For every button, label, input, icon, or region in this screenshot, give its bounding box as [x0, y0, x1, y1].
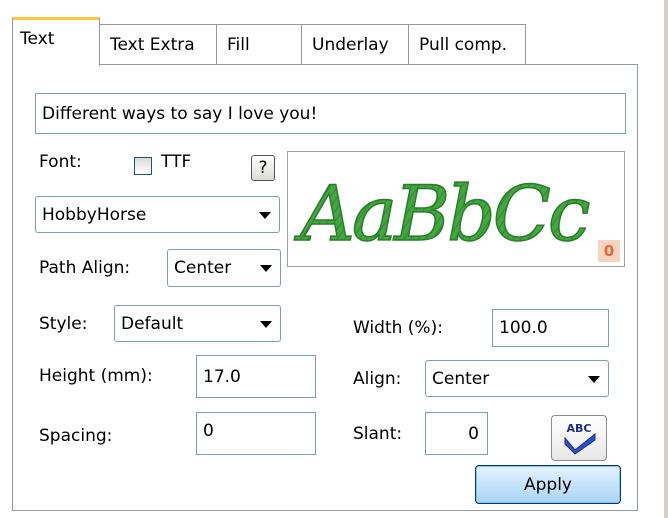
preview-badge-value: 0 — [603, 242, 615, 260]
style-label: Style: — [39, 314, 88, 334]
align-label: Align: — [353, 369, 402, 389]
ttf-checkbox[interactable] — [134, 157, 152, 175]
height-value: 17.0 — [203, 366, 241, 387]
font-preview: AaBbCc 0 — [287, 151, 625, 267]
path-align-value: Center — [174, 258, 232, 278]
spellcheck-icon: ABC — [564, 422, 596, 455]
style-select[interactable]: Default — [114, 305, 281, 342]
text-input[interactable]: Different ways to say I love you! — [35, 93, 626, 134]
apply-button-label: Apply — [524, 474, 572, 495]
path-align-select[interactable]: Center — [167, 249, 281, 287]
chevron-down-icon — [260, 265, 272, 272]
width-input[interactable]: 100.0 — [492, 309, 609, 347]
chevron-down-icon — [259, 211, 271, 219]
preview-badge: 0 — [598, 240, 620, 262]
align-select-value: Center — [432, 368, 490, 389]
height-input[interactable]: 17.0 — [196, 355, 316, 398]
path-align-label: Path Align: — [39, 258, 131, 278]
height-label: Height (mm): — [39, 366, 153, 386]
spacing-label: Spacing: — [39, 426, 113, 446]
chevron-down-icon — [588, 375, 600, 383]
width-value: 100.0 — [499, 318, 548, 338]
slant-input[interactable]: 0 — [425, 412, 488, 455]
font-label: Font: — [39, 152, 82, 172]
spellcheck-button[interactable]: ABC — [551, 415, 607, 461]
spacing-value: 0 — [203, 421, 214, 441]
font-select[interactable]: HobbyHorse — [35, 196, 280, 233]
font-select-value: HobbyHorse — [42, 204, 147, 225]
slant-value: 0 — [468, 423, 479, 444]
apply-button[interactable]: Apply — [475, 465, 621, 504]
spacing-input[interactable]: 0 — [196, 412, 316, 455]
font-sample-preview: AaBbCc — [293, 168, 593, 259]
slant-label: Slant: — [353, 424, 403, 444]
style-select-value: Default — [121, 313, 184, 334]
preview-sample-text: AaBbCc — [294, 169, 590, 258]
ttf-label: TTF — [161, 152, 192, 172]
help-icon: ? — [258, 158, 268, 178]
width-label: Width (%): — [353, 318, 443, 338]
spellcheck-icon-text: ABC — [567, 422, 592, 435]
font-help-button[interactable]: ? — [251, 155, 275, 181]
text-input-value: Different ways to say I love you! — [42, 103, 318, 124]
align-select[interactable]: Center — [425, 360, 609, 397]
chevron-down-icon — [260, 320, 272, 328]
